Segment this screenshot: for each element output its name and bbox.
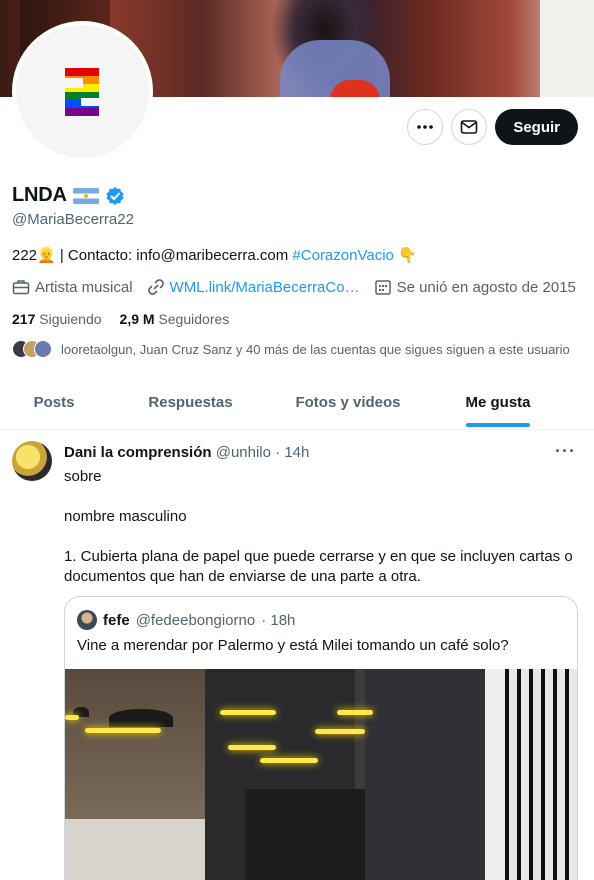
quoted-post-header: fefe @fedeebongiorno · 18h: [77, 610, 295, 630]
profile-stats: 217 Siguiendo 2,9 M Seguidores: [12, 311, 229, 327]
tab-label: Fotos y videos: [295, 394, 401, 411]
website-link[interactable]: WML.link/MariaBecerraCo…: [170, 279, 360, 296]
follower-avatar: [34, 340, 52, 358]
bio-hashtag-link[interactable]: #CorazonVacio: [292, 247, 393, 264]
more-button[interactable]: [407, 109, 444, 145]
follower-avatars: [12, 340, 52, 358]
rainbow-logo-icon: [64, 67, 99, 116]
followers-count: 2,9 M: [119, 311, 155, 327]
post-paragraph: nombre masculino: [64, 508, 187, 525]
message-icon: [461, 120, 478, 134]
active-tab-indicator: [466, 423, 530, 427]
post-author-avatar[interactable]: [12, 441, 52, 481]
briefcase-icon: [12, 280, 30, 295]
quoted-author-name: fefe: [103, 611, 130, 629]
post-author-handle[interactable]: @unhilo: [216, 444, 271, 461]
profile-joined: Se unió en agosto de 2015: [374, 278, 576, 296]
quoted-author-avatar: [77, 610, 97, 630]
post-more-icon[interactable]: ···: [555, 441, 576, 462]
quoted-post-text: Vine a merendar por Palermo y está Milei…: [77, 637, 509, 654]
post-author-name[interactable]: Dani la comprensión: [64, 444, 212, 461]
bio-text: 222👱 | Contacto: info@maribecerra.com: [12, 247, 293, 264]
post-paragraph: sobre: [64, 468, 102, 485]
argentina-flag-icon: [72, 187, 99, 204]
profile-tabs: Posts Respuestas Fotos y videos Me gusta: [0, 380, 594, 430]
quoted-post[interactable]: fefe @fedeebongiorno · 18h Vine a merend…: [64, 596, 578, 880]
profile-bio: 222👱 | Contacto: info@maribecerra.com #C…: [12, 246, 417, 264]
followers-label: Seguidores: [158, 311, 230, 327]
calendar-icon: [374, 280, 391, 295]
followed-by-text: looretaolgun, Juan Cruz Sanz y 40 más de…: [61, 341, 570, 357]
post-time[interactable]: · 14h: [275, 444, 309, 461]
profile-website[interactable]: WML.link/MariaBecerraCo…: [147, 278, 360, 296]
tab-label: Respuestas: [148, 394, 233, 411]
more-icon: [417, 125, 434, 129]
quoted-post-photo[interactable]: [65, 669, 577, 880]
tab-label: Posts: [33, 394, 75, 411]
following-link[interactable]: 217 Siguiendo: [12, 311, 102, 327]
tab-respuestas[interactable]: Respuestas: [108, 380, 273, 429]
profile-meta: Artista musical WML.link/MariaBecerraCo……: [12, 278, 576, 296]
profile-name: LNDA: [12, 184, 67, 206]
tab-posts[interactable]: Posts: [0, 380, 108, 429]
link-icon: [147, 279, 164, 295]
message-button[interactable]: [451, 109, 488, 145]
category-label: Artista musical: [35, 278, 133, 296]
verified-badge-icon[interactable]: [105, 186, 125, 206]
tab-me-gusta[interactable]: Me gusta: [423, 380, 573, 429]
followed-by[interactable]: looretaolgun, Juan Cruz Sanz y 40 más de…: [12, 340, 570, 358]
post-header: Dani la comprensión @unhilo · 14h: [64, 444, 309, 461]
post-paragraph: 1. Cubierta plana de papel que puede cer…: [64, 548, 573, 585]
profile-category: Artista musical: [12, 278, 133, 296]
bio-emoji: 👇: [393, 247, 417, 264]
profile-handle: @MariaBecerra22: [12, 211, 134, 228]
joined-label: Se unió en agosto de 2015: [396, 278, 576, 296]
quoted-post-time: · 18h: [261, 611, 296, 629]
profile-actions: Seguir: [407, 109, 578, 145]
post-body: sobre nombre masculino 1. Cubierta plana…: [64, 467, 576, 607]
follow-button[interactable]: Seguir: [495, 109, 578, 145]
tab-fotos-videos[interactable]: Fotos y videos: [273, 380, 423, 429]
following-label: Siguiendo: [39, 311, 102, 327]
followers-link[interactable]: 2,9 M Seguidores: [120, 311, 230, 327]
quoted-author-handle: @fedeebongiorno: [135, 611, 256, 629]
following-count: 217: [12, 311, 36, 327]
profile-avatar[interactable]: [12, 21, 153, 162]
tab-label: Me gusta: [465, 394, 531, 411]
profile-name-row: LNDA: [12, 184, 125, 207]
